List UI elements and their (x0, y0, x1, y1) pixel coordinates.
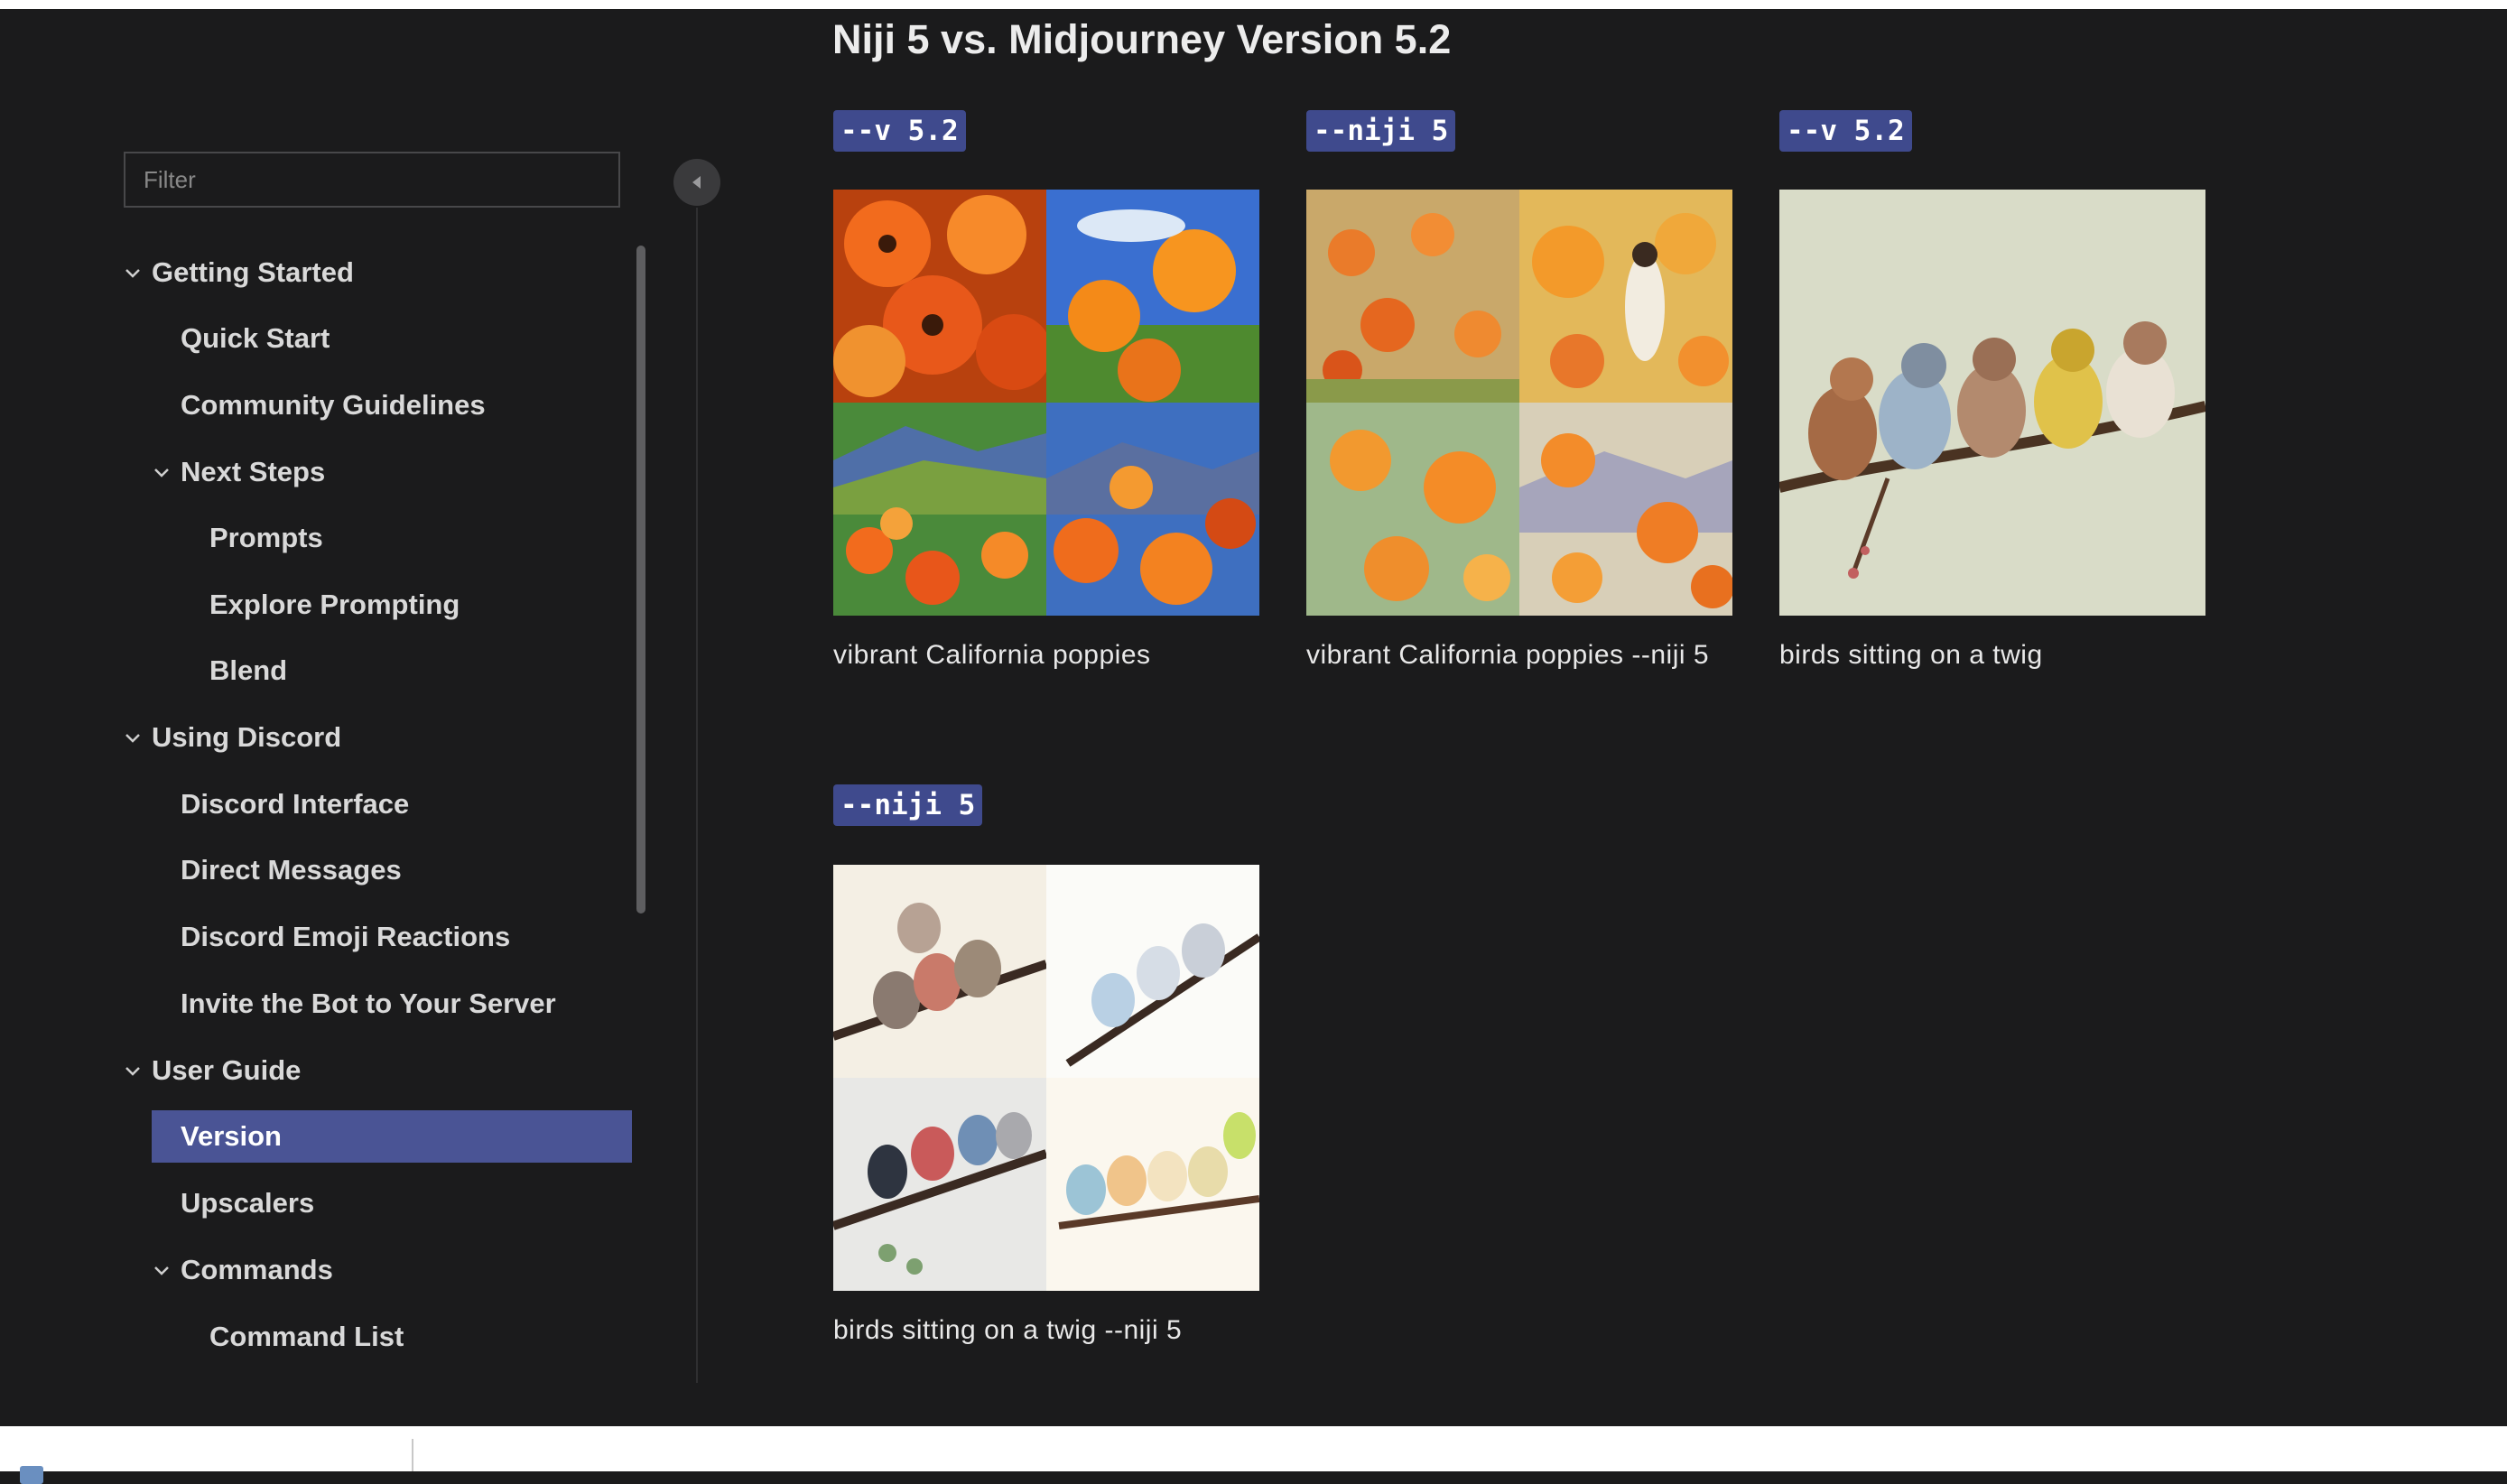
example-caption: birds sitting on a twig --niji 5 (833, 1315, 1183, 1345)
sidebar-scrollbar-thumb[interactable] (636, 246, 645, 914)
version-badge: --v 5.2 (833, 110, 966, 152)
sidebar-divider (696, 208, 698, 1383)
sidebar-item-label: Discord Emoji Reactions (181, 921, 511, 952)
sidebar-item-label: Next Steps (181, 456, 326, 487)
taskbar-separator (412, 1439, 413, 1471)
sidebar-item-blend[interactable]: Blend (209, 645, 625, 697)
sidebar-item-label: Version (181, 1120, 282, 1152)
sidebar-item-label: Getting Started (152, 256, 354, 288)
sidebar-item-label: Discord Interface (181, 788, 410, 820)
sidebar-item-label: Blend (209, 654, 288, 686)
sidebar-item-quick-start[interactable]: Quick Start (181, 312, 632, 365)
sidebar-item-invite-bot[interactable]: Invite the Bot to Your Server (181, 978, 632, 1030)
example-caption: vibrant California poppies --niji 5 (1306, 640, 1710, 670)
sidebar-item-direct-messages[interactable]: Direct Messages (181, 844, 632, 896)
file-icon[interactable] (20, 1466, 43, 1484)
sidebar-item-label: Prompts (209, 522, 323, 553)
sidebar-item-command-list[interactable]: Command List (209, 1311, 625, 1363)
sidebar-item-label: Upscalers (181, 1187, 315, 1219)
sidebar-item-label: Invite the Bot to Your Server (181, 988, 556, 1019)
sidebar-item-discord-emoji-reactions[interactable]: Discord Emoji Reactions (181, 911, 632, 963)
sidebar-item-version[interactable]: Version (152, 1110, 632, 1163)
sidebar-item-using-discord[interactable]: Using Discord (125, 711, 630, 764)
sidebar-item-prompts[interactable]: Prompts (209, 512, 625, 564)
sidebar-item-upscalers[interactable]: Upscalers (181, 1177, 632, 1229)
example-image-birds[interactable] (1779, 190, 2205, 616)
version-badge: --v 5.2 (1779, 110, 1912, 152)
sidebar-item-label: Community Guidelines (181, 389, 486, 421)
taskbar (0, 1426, 2507, 1484)
chevron-down-icon (154, 1266, 169, 1275)
collapse-sidebar-button[interactable] (673, 159, 720, 206)
sidebar-item-label: Command List (209, 1321, 404, 1352)
sidebar-filter-input[interactable] (124, 152, 620, 208)
sidebar-item-label: User Guide (152, 1054, 302, 1086)
chevron-down-icon (125, 269, 140, 278)
sidebar-item-label: Quick Start (181, 322, 330, 354)
example-caption: vibrant California poppies (833, 640, 1151, 670)
sidebar-item-next-steps[interactable]: Next Steps (153, 446, 632, 498)
version-badge: --niji 5 (1306, 110, 1456, 152)
example-image-poppies[interactable] (833, 190, 1259, 616)
example-caption: birds sitting on a twig (1779, 640, 2043, 670)
sidebar-item-explore-prompting[interactable]: Explore Prompting (209, 579, 625, 631)
chevron-down-icon (154, 468, 169, 478)
chevron-down-icon (125, 734, 140, 743)
example-image-poppies-niji[interactable] (1306, 190, 1732, 616)
window-top-edge (0, 0, 2507, 9)
sidebar-item-getting-started[interactable]: Getting Started (125, 246, 630, 299)
sidebar-item-user-guide[interactable]: User Guide (125, 1044, 630, 1097)
sidebar-item-label: Using Discord (152, 721, 342, 753)
sidebar-item-label: Direct Messages (181, 854, 402, 886)
version-badge: --niji 5 (833, 784, 983, 826)
chevron-down-icon (125, 1067, 140, 1076)
sidebar-item-label: Explore Prompting (209, 589, 460, 620)
caret-left-icon (692, 176, 701, 189)
page-title: Niji 5 vs. Midjourney Version 5.2 (832, 16, 1452, 62)
sidebar-item-label: Commands (181, 1254, 333, 1285)
sidebar-item-discord-interface[interactable]: Discord Interface (181, 778, 632, 830)
example-image-birds-niji[interactable] (833, 865, 1259, 1291)
sidebar-item-commands[interactable]: Commands (153, 1244, 632, 1296)
sidebar-item-community-guidelines[interactable]: Community Guidelines (181, 379, 632, 431)
